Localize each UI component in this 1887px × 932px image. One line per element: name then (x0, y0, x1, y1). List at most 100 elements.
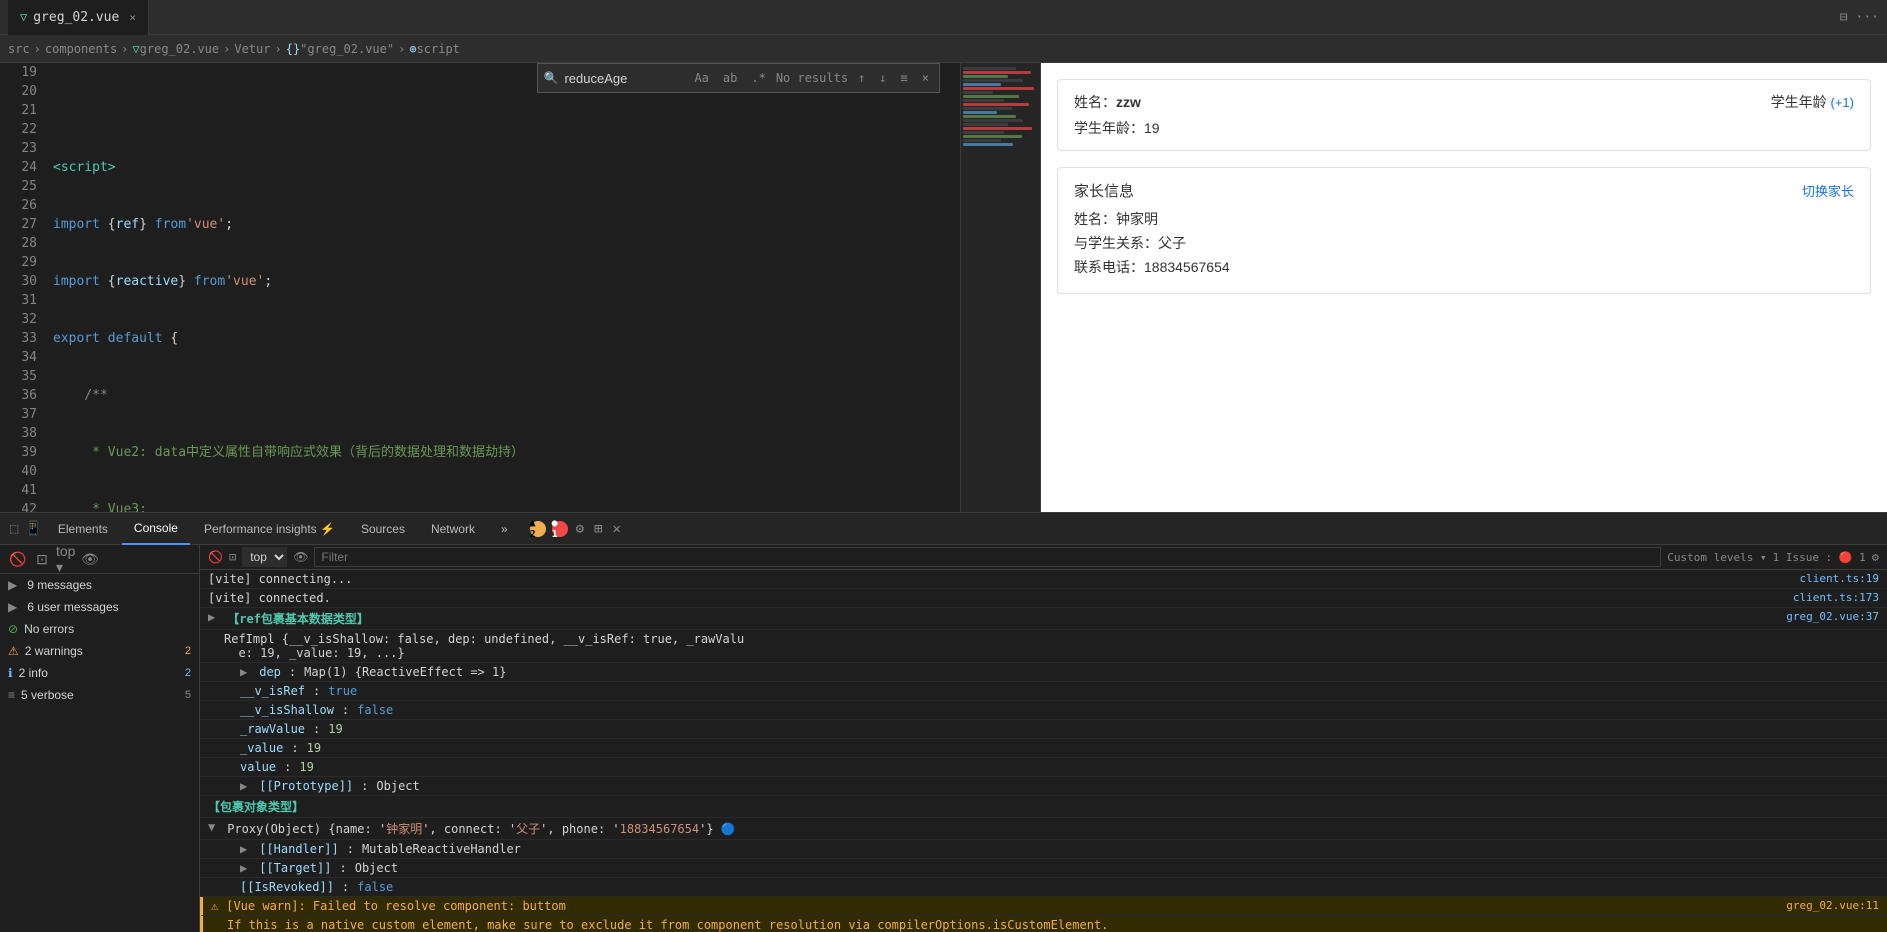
parent-relation-row: 与学生关系：父子 (1074, 233, 1854, 253)
code-content[interactable]: <script> import {ref} from 'vue'; import… (45, 63, 960, 512)
verbose-count: 5 (185, 689, 191, 701)
issue-count: 1 Issue : 🔴 1 (1773, 551, 1866, 564)
eye-icon[interactable]: 👁 (293, 550, 308, 564)
search-icon: 🔍 (544, 71, 559, 85)
regex-btn[interactable]: .* (747, 69, 769, 87)
info-count: 2 (185, 667, 191, 679)
expand-btn[interactable]: ▶ (240, 779, 247, 793)
search-bar: 🔍 Aa ab .* No results ↑ ↓ ≡ × (537, 63, 941, 93)
filter-label: 5 verbose (21, 688, 74, 702)
filter-label: 2 warnings (25, 644, 83, 658)
console-filter-btn[interactable]: ⊡ (32, 549, 52, 569)
settings-icon[interactable]: ⚙ (1872, 550, 1879, 564)
breadcrumb-src[interactable]: src (8, 42, 30, 56)
devtools-header-right: ▲ 2 ● 1 ⚙ ⊞ ✕ (530, 519, 623, 539)
console-line-target: ▶ [[Target]]: Object (200, 859, 1887, 878)
expand-btn[interactable]: ▶ (240, 861, 247, 875)
breadcrumb-script[interactable]: script (417, 42, 460, 56)
tab-close-icon[interactable]: × (129, 11, 136, 24)
filter-input[interactable] (314, 547, 1661, 567)
devtools-mobile-icon[interactable]: 📱 (22, 519, 43, 539)
parent-phone-row: 联系电话：18834567654 (1074, 257, 1854, 277)
expand-btn[interactable]: ▼ (208, 820, 215, 834)
devtools-dock-icon[interactable]: ⊞ (592, 519, 604, 539)
tab-more[interactable]: » (489, 513, 520, 545)
console-clear-btn[interactable]: 🚫 (8, 549, 28, 569)
console-line-warn1: ⚠ [Vue warn]: Failed to resolve componen… (200, 897, 1887, 916)
console-context-selector[interactable]: top ▾ (56, 549, 76, 569)
filter-info[interactable]: ℹ 2 info 2 (0, 662, 199, 684)
breadcrumb-obj-icon: {} (286, 42, 300, 56)
console-line-ref-label: ▶ 【ref包裹基本数据类型】 greg_02.vue:37 (200, 608, 1887, 630)
source-link[interactable]: client.ts:19 (1800, 572, 1879, 585)
code-line: /** (53, 386, 952, 405)
breadcrumb: src › components › ▽ greg_02.vue › Vetur… (0, 35, 1887, 63)
breadcrumb-file[interactable]: greg_02.vue (140, 42, 219, 56)
err-count-badge: ● 1 (552, 521, 568, 537)
console-line-isrevoked: [[IsRevoked]]: false (200, 878, 1887, 897)
console-output[interactable]: 🚫 ⊡ top 👁 Custom levels ▾ 1 Issue : 🔴 1 … (200, 545, 1887, 932)
console-line-vite-connected: [vite] connected. client.ts:173 (200, 589, 1887, 608)
search-close-btn[interactable]: × (918, 69, 933, 87)
source-link[interactable]: client.ts:173 (1793, 591, 1879, 604)
parent-name-row: 姓名：钟家明 (1074, 209, 1854, 229)
search-options-btn[interactable]: ≡ (897, 69, 912, 87)
warning-icon: ⚠ (8, 644, 19, 658)
console-eye-icon[interactable]: 👁 (80, 549, 100, 569)
source-link[interactable]: greg_02.vue:37 (1786, 610, 1879, 623)
code-line: <script> (53, 158, 952, 177)
breadcrumb-file-icon: ▽ (132, 42, 139, 56)
tab-label: greg_02.vue (33, 10, 119, 25)
tab-elements[interactable]: Elements (46, 513, 120, 545)
filter-warnings[interactable]: ⚠ 2 warnings 2 (0, 640, 199, 662)
split-editor-icon[interactable]: ⊟ (1840, 10, 1848, 25)
devtools-inspect-icon[interactable]: ⬚ (8, 519, 20, 539)
devtools-close-icon[interactable]: ✕ (611, 519, 623, 539)
expand-btn[interactable]: ▶ (240, 665, 247, 679)
console-line-prototype: ▶ [[Prototype]]: Object (200, 777, 1887, 796)
filter-verbose[interactable]: ≡ 5 verbose 5 (0, 684, 199, 706)
filter-user-messages[interactable]: ▶ 6 user messages (0, 596, 199, 618)
warn-count-badge: ▲ 2 (530, 521, 546, 537)
student-age-section: 学生年龄 (+1) (1771, 92, 1854, 112)
search-input[interactable] (564, 71, 684, 86)
tab-network[interactable]: Network (419, 513, 487, 545)
source-link[interactable]: greg_02.vue:11 (1786, 899, 1879, 912)
expand-btn[interactable]: ▶ (208, 610, 215, 624)
console-line-rawvalue: _rawValue: 19 (200, 720, 1887, 739)
breadcrumb-vetur[interactable]: Vetur (234, 42, 270, 56)
editor-tab[interactable]: ▽ greg_02.vue × (8, 0, 149, 35)
filter-all-messages[interactable]: ▶ 9 messages (0, 574, 199, 596)
filter-icon[interactable]: ⊡ (229, 550, 236, 564)
console-line-handler: ▶ [[Handler]]: MutableReactiveHandler (200, 840, 1887, 859)
tab-performance[interactable]: Performance insights ⚡ (192, 513, 347, 545)
code-line: import {ref} from 'vue'; (53, 215, 952, 234)
main-content: 🔍 Aa ab .* No results ↑ ↓ ≡ × 1920212223… (0, 63, 1887, 512)
case-sensitive-btn[interactable]: Aa (690, 69, 712, 87)
console-line-value2: value: 19 (200, 758, 1887, 777)
more-actions-icon[interactable]: ··· (1856, 10, 1879, 25)
student-name-label: 姓名：zzw (1074, 92, 1141, 112)
breadcrumb-obj[interactable]: "greg_02.vue" (300, 42, 394, 56)
whole-word-btn[interactable]: ab (719, 69, 741, 87)
switch-parent-btn[interactable]: 切换家长 (1802, 181, 1854, 200)
console-line-dep: ▶ dep: Map(1) {ReactiveEffect => 1} (200, 663, 1887, 682)
expand-btn[interactable]: ▶ (240, 842, 247, 856)
console-context-select[interactable]: top (242, 547, 287, 567)
next-result-btn[interactable]: ↓ (875, 69, 890, 87)
info-icon: ℹ (8, 666, 13, 680)
breadcrumb-components[interactable]: components (45, 42, 117, 56)
devtools-settings-icon[interactable]: ⚙ (574, 519, 586, 539)
code-line: * Vue3: (53, 500, 952, 512)
increment-age-btn[interactable]: (+1) (1831, 95, 1854, 110)
tab-sources[interactable]: Sources (349, 513, 417, 545)
tab-console[interactable]: Console (122, 513, 190, 545)
code-editor[interactable]: 1920212223 2425262728 2930313233 3435363… (0, 63, 960, 512)
custom-levels-btn[interactable]: Custom levels ▾ (1667, 551, 1766, 564)
no-error-icon: ⊘ (8, 622, 18, 636)
expand-icon: ▶ (8, 578, 17, 592)
clear-console-btn[interactable]: 🚫 (208, 550, 223, 564)
filter-no-errors[interactable]: ⊘ No errors (0, 618, 199, 640)
no-results-label: No results (776, 71, 848, 85)
prev-result-btn[interactable]: ↑ (854, 69, 869, 87)
